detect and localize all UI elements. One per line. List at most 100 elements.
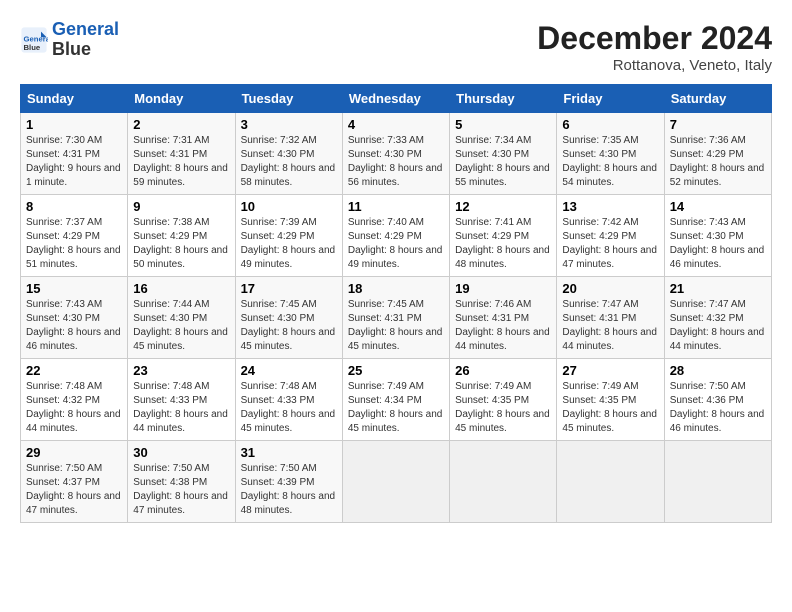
calendar-week-2: 8 Sunrise: 7:37 AMSunset: 4:29 PMDaylight… (21, 195, 772, 277)
day-cell-14: 14 Sunrise: 7:43 AMSunset: 4:30 PMDayligh… (664, 195, 771, 277)
day-info: Sunrise: 7:31 AMSunset: 4:31 PMDaylight:… (133, 134, 229, 190)
logo: General Blue GeneralBlue (20, 20, 119, 60)
day-info: Sunrise: 7:32 AMSunset: 4:30 PMDaylight:… (241, 134, 337, 190)
day-number: 4 (348, 117, 444, 132)
day-number: 11 (348, 199, 444, 214)
day-info: Sunrise: 7:38 AMSunset: 4:29 PMDaylight:… (133, 216, 229, 272)
day-info: Sunrise: 7:35 AMSunset: 4:30 PMDaylight:… (562, 134, 658, 190)
page-header: General Blue GeneralBlue December 2024 R… (20, 20, 772, 74)
calendar-header: SundayMondayTuesdayWednesdayThursdayFrid… (21, 85, 772, 113)
day-info: Sunrise: 7:45 AMSunset: 4:31 PMDaylight:… (348, 298, 444, 354)
svg-text:Blue: Blue (24, 43, 41, 52)
day-info: Sunrise: 7:41 AMSunset: 4:29 PMDaylight:… (455, 216, 551, 272)
day-info: Sunrise: 7:50 AMSunset: 4:39 PMDaylight:… (241, 462, 337, 518)
day-cell-18: 18 Sunrise: 7:45 AMSunset: 4:31 PMDayligh… (342, 277, 449, 359)
day-cell-30: 30 Sunrise: 7:50 AMSunset: 4:38 PMDayligh… (128, 441, 235, 523)
day-info: Sunrise: 7:49 AMSunset: 4:35 PMDaylight:… (562, 380, 658, 436)
day-number: 26 (455, 363, 551, 378)
day-cell-11: 11Sunrise: 7:40 AMSunset: 4:29 PMDayligh… (342, 195, 449, 277)
day-cell-21: 21Sunrise: 7:47 AMSunset: 4:32 PMDayligh… (664, 277, 771, 359)
weekday-tuesday: Tuesday (235, 85, 342, 113)
weekday-thursday: Thursday (450, 85, 557, 113)
day-cell-10: 10Sunrise: 7:39 AMSunset: 4:29 PMDayligh… (235, 195, 342, 277)
day-number: 14 (670, 199, 766, 214)
day-cell-15: 15Sunrise: 7:43 AMSunset: 4:30 PMDayligh… (21, 277, 128, 359)
day-cell-31: 31Sunrise: 7:50 AMSunset: 4:39 PMDayligh… (235, 441, 342, 523)
day-info: Sunrise: 7:50 AMSunset: 4:38 PMDaylight:… (133, 462, 229, 518)
logo-icon: General Blue (20, 26, 48, 54)
empty-cell (450, 441, 557, 523)
day-number: 8 (26, 199, 122, 214)
day-cell-24: 24 Sunrise: 7:48 AMSunset: 4:33 PMDayligh… (235, 359, 342, 441)
day-number: 29 (26, 445, 122, 460)
day-info: Sunrise: 7:48 AMSunset: 4:33 PMDaylight:… (241, 380, 337, 436)
empty-cell (664, 441, 771, 523)
day-number: 15 (26, 281, 122, 296)
day-cell-22: 22 Sunrise: 7:48 AMSunset: 4:32 PMDayligh… (21, 359, 128, 441)
day-info: Sunrise: 7:50 AMSunset: 4:37 PMDaylight:… (26, 462, 122, 518)
day-cell-25: 25Sunrise: 7:49 AMSunset: 4:34 PMDayligh… (342, 359, 449, 441)
calendar-body: 1 Sunrise: 7:30 AMSunset: 4:31 PMDaylight… (21, 113, 772, 523)
day-info: Sunrise: 7:36 AMSunset: 4:29 PMDaylight:… (670, 134, 766, 190)
day-number: 12 (455, 199, 551, 214)
day-number: 23 (133, 363, 229, 378)
day-info: Sunrise: 7:49 AMSunset: 4:35 PMDaylight:… (455, 380, 551, 436)
day-number: 16 (133, 281, 229, 296)
day-info: Sunrise: 7:34 AMSunset: 4:30 PMDaylight:… (455, 134, 551, 190)
day-cell-12: 12 Sunrise: 7:41 AMSunset: 4:29 PMDayligh… (450, 195, 557, 277)
empty-cell (557, 441, 664, 523)
title-block: December 2024 Rottanova, Veneto, Italy (537, 20, 772, 74)
day-number: 27 (562, 363, 658, 378)
day-number: 28 (670, 363, 766, 378)
day-cell-19: 19Sunrise: 7:46 AMSunset: 4:31 PMDayligh… (450, 277, 557, 359)
day-cell-20: 20 Sunrise: 7:47 AMSunset: 4:31 PMDayligh… (557, 277, 664, 359)
calendar-week-1: 1 Sunrise: 7:30 AMSunset: 4:31 PMDaylight… (21, 113, 772, 195)
day-info: Sunrise: 7:48 AMSunset: 4:33 PMDaylight:… (133, 380, 229, 436)
day-number: 25 (348, 363, 444, 378)
day-info: Sunrise: 7:42 AMSunset: 4:29 PMDaylight:… (562, 216, 658, 272)
day-info: Sunrise: 7:33 AMSunset: 4:30 PMDaylight:… (348, 134, 444, 190)
day-cell-9: 9 Sunrise: 7:38 AMSunset: 4:29 PMDaylight… (128, 195, 235, 277)
day-number: 3 (241, 117, 337, 132)
weekday-saturday: Saturday (664, 85, 771, 113)
day-number: 13 (562, 199, 658, 214)
day-number: 10 (241, 199, 337, 214)
day-cell-3: 3 Sunrise: 7:32 AMSunset: 4:30 PMDaylight… (235, 113, 342, 195)
day-number: 20 (562, 281, 658, 296)
weekday-header-row: SundayMondayTuesdayWednesdayThursdayFrid… (21, 85, 772, 113)
day-number: 18 (348, 281, 444, 296)
day-number: 7 (670, 117, 766, 132)
calendar-week-3: 15Sunrise: 7:43 AMSunset: 4:30 PMDayligh… (21, 277, 772, 359)
day-cell-27: 27 Sunrise: 7:49 AMSunset: 4:35 PMDayligh… (557, 359, 664, 441)
empty-cell (342, 441, 449, 523)
calendar-week-4: 22 Sunrise: 7:48 AMSunset: 4:32 PMDayligh… (21, 359, 772, 441)
day-cell-2: 2 Sunrise: 7:31 AMSunset: 4:31 PMDaylight… (128, 113, 235, 195)
day-cell-23: 23 Sunrise: 7:48 AMSunset: 4:33 PMDayligh… (128, 359, 235, 441)
weekday-monday: Monday (128, 85, 235, 113)
day-cell-28: 28 Sunrise: 7:50 AMSunset: 4:36 PMDayligh… (664, 359, 771, 441)
day-cell-6: 6 Sunrise: 7:35 AMSunset: 4:30 PMDaylight… (557, 113, 664, 195)
day-number: 24 (241, 363, 337, 378)
day-number: 30 (133, 445, 229, 460)
calendar-table: SundayMondayTuesdayWednesdayThursdayFrid… (20, 84, 772, 523)
day-info: Sunrise: 7:37 AMSunset: 4:29 PMDaylight:… (26, 216, 122, 272)
day-info: Sunrise: 7:47 AMSunset: 4:31 PMDaylight:… (562, 298, 658, 354)
day-number: 1 (26, 117, 122, 132)
day-number: 9 (133, 199, 229, 214)
day-info: Sunrise: 7:48 AMSunset: 4:32 PMDaylight:… (26, 380, 122, 436)
day-info: Sunrise: 7:44 AMSunset: 4:30 PMDaylight:… (133, 298, 229, 354)
day-number: 6 (562, 117, 658, 132)
day-info: Sunrise: 7:30 AMSunset: 4:31 PMDaylight:… (26, 134, 122, 190)
day-number: 22 (26, 363, 122, 378)
day-number: 5 (455, 117, 551, 132)
day-cell-26: 26 Sunrise: 7:49 AMSunset: 4:35 PMDayligh… (450, 359, 557, 441)
day-cell-17: 17Sunrise: 7:45 AMSunset: 4:30 PMDayligh… (235, 277, 342, 359)
day-info: Sunrise: 7:43 AMSunset: 4:30 PMDaylight:… (670, 216, 766, 272)
day-cell-13: 13 Sunrise: 7:42 AMSunset: 4:29 PMDayligh… (557, 195, 664, 277)
location: Rottanova, Veneto, Italy (537, 57, 772, 74)
day-number: 21 (670, 281, 766, 296)
day-number: 2 (133, 117, 229, 132)
day-cell-1: 1 Sunrise: 7:30 AMSunset: 4:31 PMDaylight… (21, 113, 128, 195)
day-cell-5: 5 Sunrise: 7:34 AMSunset: 4:30 PMDaylight… (450, 113, 557, 195)
day-info: Sunrise: 7:50 AMSunset: 4:36 PMDaylight:… (670, 380, 766, 436)
